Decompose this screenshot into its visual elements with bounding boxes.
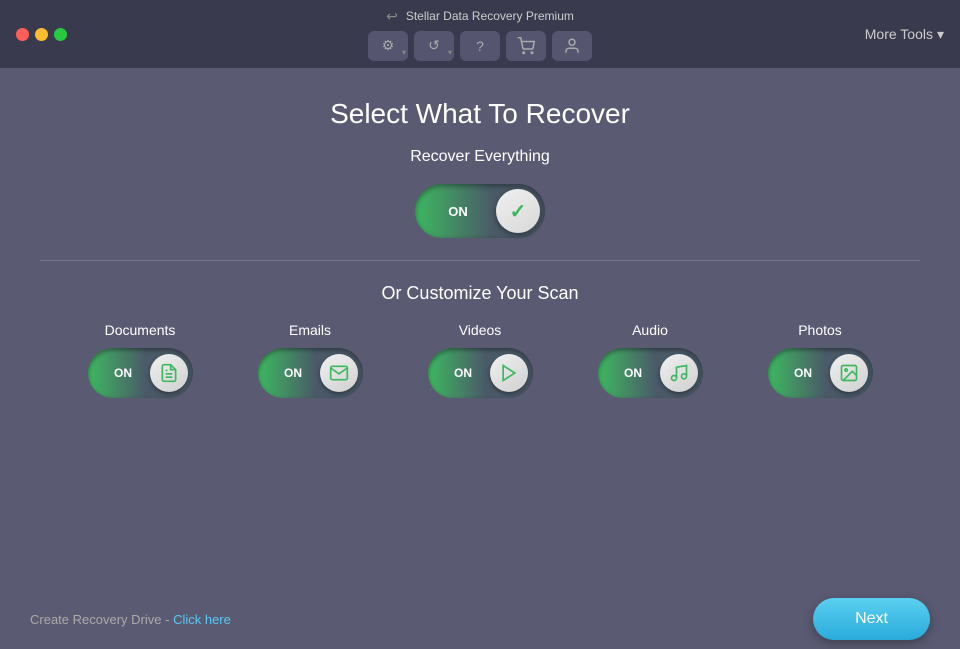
customize-label: Or Customize Your Scan (381, 283, 578, 304)
toggle-thumb: ✓ (496, 189, 540, 233)
traffic-lights (16, 28, 67, 41)
documents-toggle[interactable]: ON (88, 348, 193, 398)
chevron-down-icon: ▾ (937, 26, 944, 43)
emails-toggle[interactable]: ON (258, 348, 363, 398)
history-button[interactable]: ↺ (414, 31, 454, 61)
title-bar-left (16, 28, 67, 41)
photos-label: Photos (798, 322, 842, 338)
next-button[interactable]: Next (813, 598, 930, 640)
recovery-drive-click-here[interactable]: Click here (173, 612, 231, 627)
audio-label: Audio (632, 322, 668, 338)
title-center: ↩ Stellar Data Recovery Premium ⚙ ↺ ? (368, 8, 592, 61)
cart-button[interactable] (506, 31, 546, 61)
photos-toggle[interactable]: ON (768, 348, 873, 398)
app-title: ↩ Stellar Data Recovery Premium (386, 8, 574, 25)
photos-thumb (830, 354, 868, 392)
divider (40, 260, 920, 261)
checkmark-icon: ✓ (510, 199, 527, 224)
file-type-photos: Photos ON (740, 322, 900, 398)
minimize-button[interactable] (35, 28, 48, 41)
documents-thumb (150, 354, 188, 392)
recover-everything-toggle[interactable]: ON ✓ (415, 184, 545, 238)
maximize-button[interactable] (54, 28, 67, 41)
settings-button[interactable]: ⚙ (368, 31, 408, 61)
documents-on-label: ON (93, 366, 150, 380)
videos-thumb (490, 354, 528, 392)
back-arrow-icon: ↩ (386, 8, 398, 25)
videos-label: Videos (459, 322, 502, 338)
more-tools-button[interactable]: More Tools ▾ (865, 26, 944, 43)
recover-everything-label: Recover Everything (410, 148, 550, 166)
emails-label: Emails (289, 322, 331, 338)
file-type-emails: Emails ON (230, 322, 390, 398)
title-bar: ↩ Stellar Data Recovery Premium ⚙ ↺ ? Mo… (0, 0, 960, 68)
recovery-drive-link: Create Recovery Drive - Click here (30, 612, 231, 627)
help-button[interactable]: ? (460, 31, 500, 61)
file-types-row: Documents ON Emails ON (40, 322, 920, 398)
file-type-videos: Videos ON (400, 322, 560, 398)
audio-on-label: ON (603, 366, 660, 380)
videos-on-label: ON (433, 366, 490, 380)
audio-thumb (660, 354, 698, 392)
recover-everything-toggle-container: ON ✓ (415, 184, 545, 238)
audio-toggle[interactable]: ON (598, 348, 703, 398)
file-type-audio: Audio ON (570, 322, 730, 398)
page-title: Select What To Recover (330, 98, 630, 130)
bottom-bar: Create Recovery Drive - Click here Next (0, 589, 960, 649)
documents-label: Documents (105, 322, 176, 338)
account-button[interactable] (552, 31, 592, 61)
file-type-documents: Documents ON (60, 322, 220, 398)
main-content: Select What To Recover Recover Everythin… (0, 68, 960, 418)
emails-on-label: ON (263, 366, 320, 380)
videos-toggle[interactable]: ON (428, 348, 533, 398)
toggle-on-label: ON (420, 204, 496, 219)
toolbar-icons: ⚙ ↺ ? (368, 31, 592, 61)
close-button[interactable] (16, 28, 29, 41)
emails-thumb (320, 354, 358, 392)
photos-on-label: ON (773, 366, 830, 380)
